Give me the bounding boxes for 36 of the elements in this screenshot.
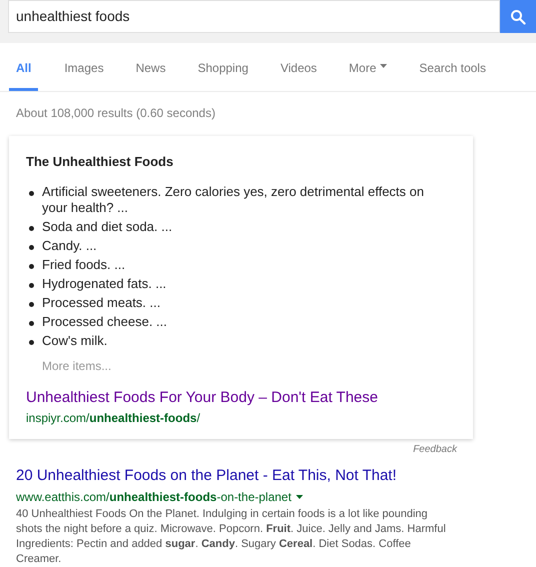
caret-icon[interactable] — [296, 494, 304, 498]
result-snippet: 40 Unhealthiest Foods On the Planet. Indulging in certain foods is a lot like pounding shots the night before a quiz. Microwave. Popcorn. Fruit. Juice. Jelly and Jams. Harmful Ingredients: Pectin and added sugar. Candy. Sugary Cereal. Diet Sodas. Coffee Creamer. — [16, 506, 446, 566]
list-item-text: Cow's milk. — [42, 332, 108, 348]
result-stats: About 108,000 results (0.60 seconds) — [15, 105, 216, 122]
list-item-text: Fried foods. ... — [42, 256, 126, 272]
bullet-icon — [29, 264, 34, 268]
tab[interactable]: Search tools — [413, 59, 492, 91]
tab[interactable]: Videos — [274, 59, 323, 91]
result-title-link[interactable]: 20 Unhealthiest Foods on the Planet - Eat This, Not That! — [16, 465, 397, 488]
snippet-title: The Unhealthiest Foods — [26, 153, 174, 171]
bullet-icon — [29, 282, 34, 288]
bullet-icon — [29, 226, 34, 230]
bullet-icon — [29, 320, 34, 326]
search-field[interactable]: unhealthiest foods — [8, 0, 500, 33]
list-item-text: Processed cheese. ... — [42, 314, 168, 330]
list-item-text: Hydrogenated fats. ... — [42, 276, 168, 292]
tab[interactable]: News — [130, 59, 172, 91]
search-button[interactable] — [500, 0, 536, 33]
list-item-text: Soda and diet soda. ... — [42, 218, 174, 234]
tab[interactable]: More — [342, 59, 394, 91]
bullet-icon — [29, 190, 34, 196]
tab[interactable]: Shopping — [192, 59, 254, 91]
result-url: www.eatthis.com/unhealthiest-foods-on-the-planet — [16, 488, 292, 506]
bullet-icon — [29, 340, 34, 344]
search-icon — [510, 8, 526, 24]
more-items-link[interactable]: More items... — [42, 356, 112, 374]
result-url: inspiyr.com/unhealthiest-foods/ — [26, 410, 200, 427]
list-item-text: Processed meats. ... — [42, 294, 162, 310]
list-item-text: Artificial sweeteners. Zero calories yes, zero detrimental effects on your health? ... — [42, 184, 425, 216]
bullet-icon — [29, 302, 34, 306]
bullet-icon — [29, 244, 34, 250]
tab[interactable]: Images — [58, 59, 110, 91]
result-title-link[interactable]: Unhealthiest Foods For Your Body – Don't Eat These — [26, 386, 378, 409]
tab[interactable]: All — [9, 59, 38, 91]
list-item-text: Candy. ... — [42, 238, 98, 254]
feedback-link[interactable]: Feedback — [413, 442, 457, 457]
